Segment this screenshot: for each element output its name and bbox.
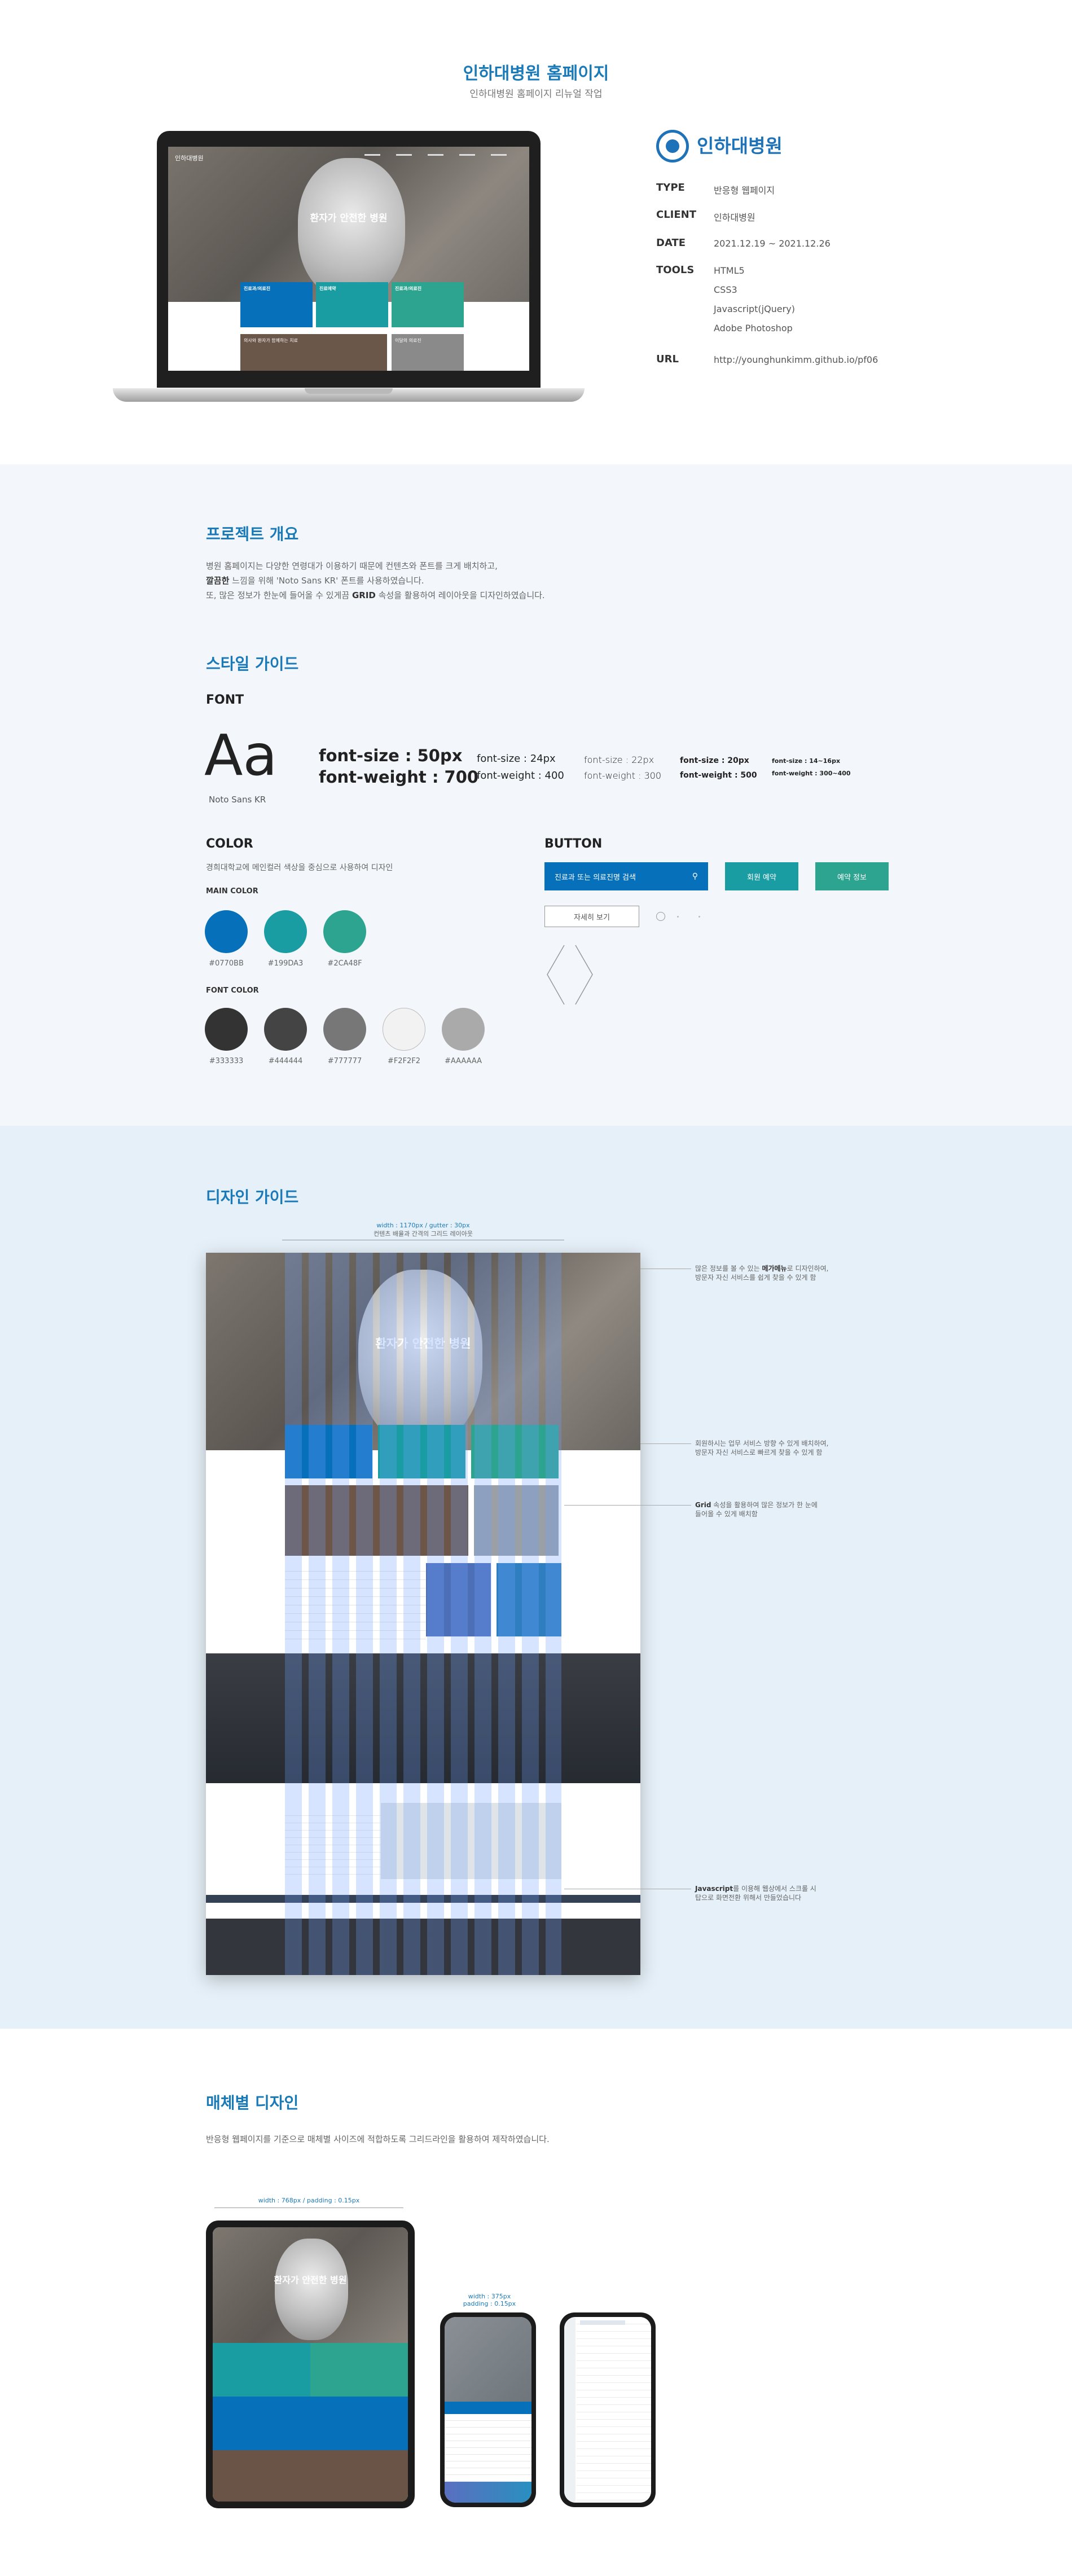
pager-dot-icon[interactable]: [677, 916, 679, 918]
swatch-font-5: [442, 1008, 485, 1051]
font-size-sample-4: font-size : 20px font-weight : 500: [680, 756, 757, 780]
annotation-megamenu: 많은 정보를 볼 수 있는 메가메뉴로 디자인하여, 방문자 자신 서비스를 쉽게…: [695, 1265, 829, 1282]
info-tools-key: TOOLS: [656, 264, 695, 276]
info-tool: CSS3: [714, 284, 737, 295]
font-name: Noto Sans KR: [209, 795, 266, 805]
info-tool: Javascript(jQuery): [714, 304, 795, 314]
info-date-key: DATE: [656, 237, 686, 249]
mockup-logo: 인하대병원: [175, 155, 204, 162]
swatch-font-4: [383, 1008, 425, 1051]
grid-dimension-label: width : 1170px / gutter : 30px 컨텐츠 배율과 간…: [374, 1222, 473, 1237]
style-guide-title: 스타일 가이드: [206, 655, 299, 673]
swatch-label: #2CA48F: [327, 959, 362, 968]
slider-arrow-icons[interactable]: [544, 942, 607, 1010]
font-size-sample-1: font-size : 50px font-weight : 700: [319, 746, 479, 787]
info-url-link[interactable]: http://younghunkimm.github.io/pf06: [714, 354, 878, 365]
pager-dot-icon[interactable]: [698, 916, 700, 918]
search-icon: ⚲: [692, 872, 698, 881]
responsive-desc: 반응형 웹페이지를 기준으로 매체별 사이즈에 적합하도록 그리드라인을 활용하…: [206, 2134, 550, 2144]
info-type-key: TYPE: [656, 182, 685, 194]
hospital-logo-text: 인하대병원: [697, 135, 783, 157]
swatch-label: #199DA3: [267, 959, 304, 968]
info-type-value: 반응형 웹페이지: [714, 185, 775, 196]
pager-dot-icon[interactable]: [656, 912, 665, 921]
mockup-card: 진료예약: [316, 282, 388, 327]
mockup-banner: 의사와 환자가 함께하는 치료: [240, 334, 387, 371]
project-subtitle: 인하대병원 홈페이지 리뉴얼 작업: [469, 89, 603, 100]
info-client-key: CLIENT: [656, 209, 697, 221]
info-tool: Adobe Photoshop: [714, 323, 793, 333]
laptop-screen: 인하대병원 환자가 안전한 병원 진료과/의료진 진료예약 진료과/의료진 의사…: [168, 147, 529, 371]
reserve-button[interactable]: 회원 예약: [725, 862, 798, 890]
swatch-label: #777777: [327, 1057, 362, 1065]
mobile-dimension-label: width : 375px padding : 0.15px: [463, 2293, 516, 2307]
color-desc: 경희대학교에 메인컬러 색상을 중심으로 사용하여 디자인: [206, 863, 393, 872]
swatch-main-1: [205, 910, 248, 953]
swatch-main-3: [323, 910, 366, 953]
responsive-title: 매체별 디자인: [206, 2094, 299, 2112]
mockup-hero-image: 인하대병원 환자가 안전한 병원: [168, 147, 529, 302]
tablet-mockup: 환자가 안전한 병원: [206, 2220, 415, 2508]
mockup-doctor: 이달의 의료진: [392, 334, 464, 371]
swatch-label: #333333: [209, 1057, 244, 1065]
color-label: COLOR: [206, 837, 253, 851]
font-label: FONT: [206, 693, 244, 707]
font-size-sample-5: font-size : 14~16px font-weight : 300~400: [772, 757, 851, 777]
info-tool: HTML5: [714, 265, 745, 276]
info-url-key: URL: [656, 353, 679, 365]
project-title: 인하대병원 홈페이지: [463, 64, 609, 84]
mockup-card: 진료과/의료진: [240, 282, 313, 327]
annotation-grid: Grid 속성을 활용하여 많은 정보가 한 눈에 들어올 수 있게 배치함: [695, 1501, 818, 1518]
info-date-value: 2021.12.19 ~ 2021.12.26: [714, 238, 831, 249]
mockup-card: 진료과/의료진: [392, 282, 464, 327]
design-guide-title: 디자인 가이드: [206, 1188, 299, 1206]
more-button[interactable]: 자세히 보기: [544, 906, 639, 927]
mockup-hero-text: 환자가 안전한 병원: [310, 213, 388, 224]
swatch-main-2: [264, 910, 307, 953]
search-input[interactable]: 진료과 또는 의료진명 검색 ⚲: [544, 862, 708, 890]
overview-text: 병원 홈페이지는 다양한 연령대가 이용하기 때문에 컨텐츠와 폰트를 크게 배…: [206, 561, 545, 600]
swatch-font-1: [205, 1008, 248, 1051]
swatch-label: #444444: [268, 1057, 303, 1065]
annotation-javascript: Javascript를 이용해 웹상에서 스크롤 시 탑으로 화면전환 위해서 만…: [695, 1885, 816, 1902]
swatch-font-3: [323, 1008, 366, 1051]
main-color-label: MAIN COLOR: [206, 887, 258, 896]
info-client-value: 인하대병원: [714, 212, 755, 223]
swatch-label: #F2F2F2: [387, 1057, 421, 1065]
button-label: BUTTON: [544, 837, 603, 851]
design-guide-screenshot: 환자가 안전한 병원: [206, 1253, 640, 1975]
overview-title: 프로젝트 개요: [206, 525, 299, 543]
font-sample: Aa: [204, 722, 278, 788]
font-size-sample-2: font-size : 24px font-weight : 400: [477, 753, 564, 782]
swatch-label: #AAAAAA: [444, 1057, 482, 1065]
reserve-info-button[interactable]: 예약 정보: [815, 862, 889, 890]
mobile-mockup: [440, 2312, 536, 2507]
swatch-font-2: [264, 1008, 307, 1051]
grid-column-overlay: [285, 1253, 561, 1975]
mobile-menu-mockup: [560, 2312, 656, 2507]
tablet-dimension-label: width : 768px / padding : 0.15px: [258, 2197, 360, 2204]
swatch-label: #0770BB: [209, 959, 244, 968]
font-size-sample-3: font-size : 22px font-weight : 300: [584, 754, 662, 781]
annotation-cards: 회원하시는 업무 서비스 방향 수 있게 배치하여, 방문자 자신 서비스로 빠르…: [695, 1440, 829, 1456]
font-color-label: FONT COLOR: [206, 986, 259, 995]
hospital-logo-icon: [656, 130, 689, 163]
